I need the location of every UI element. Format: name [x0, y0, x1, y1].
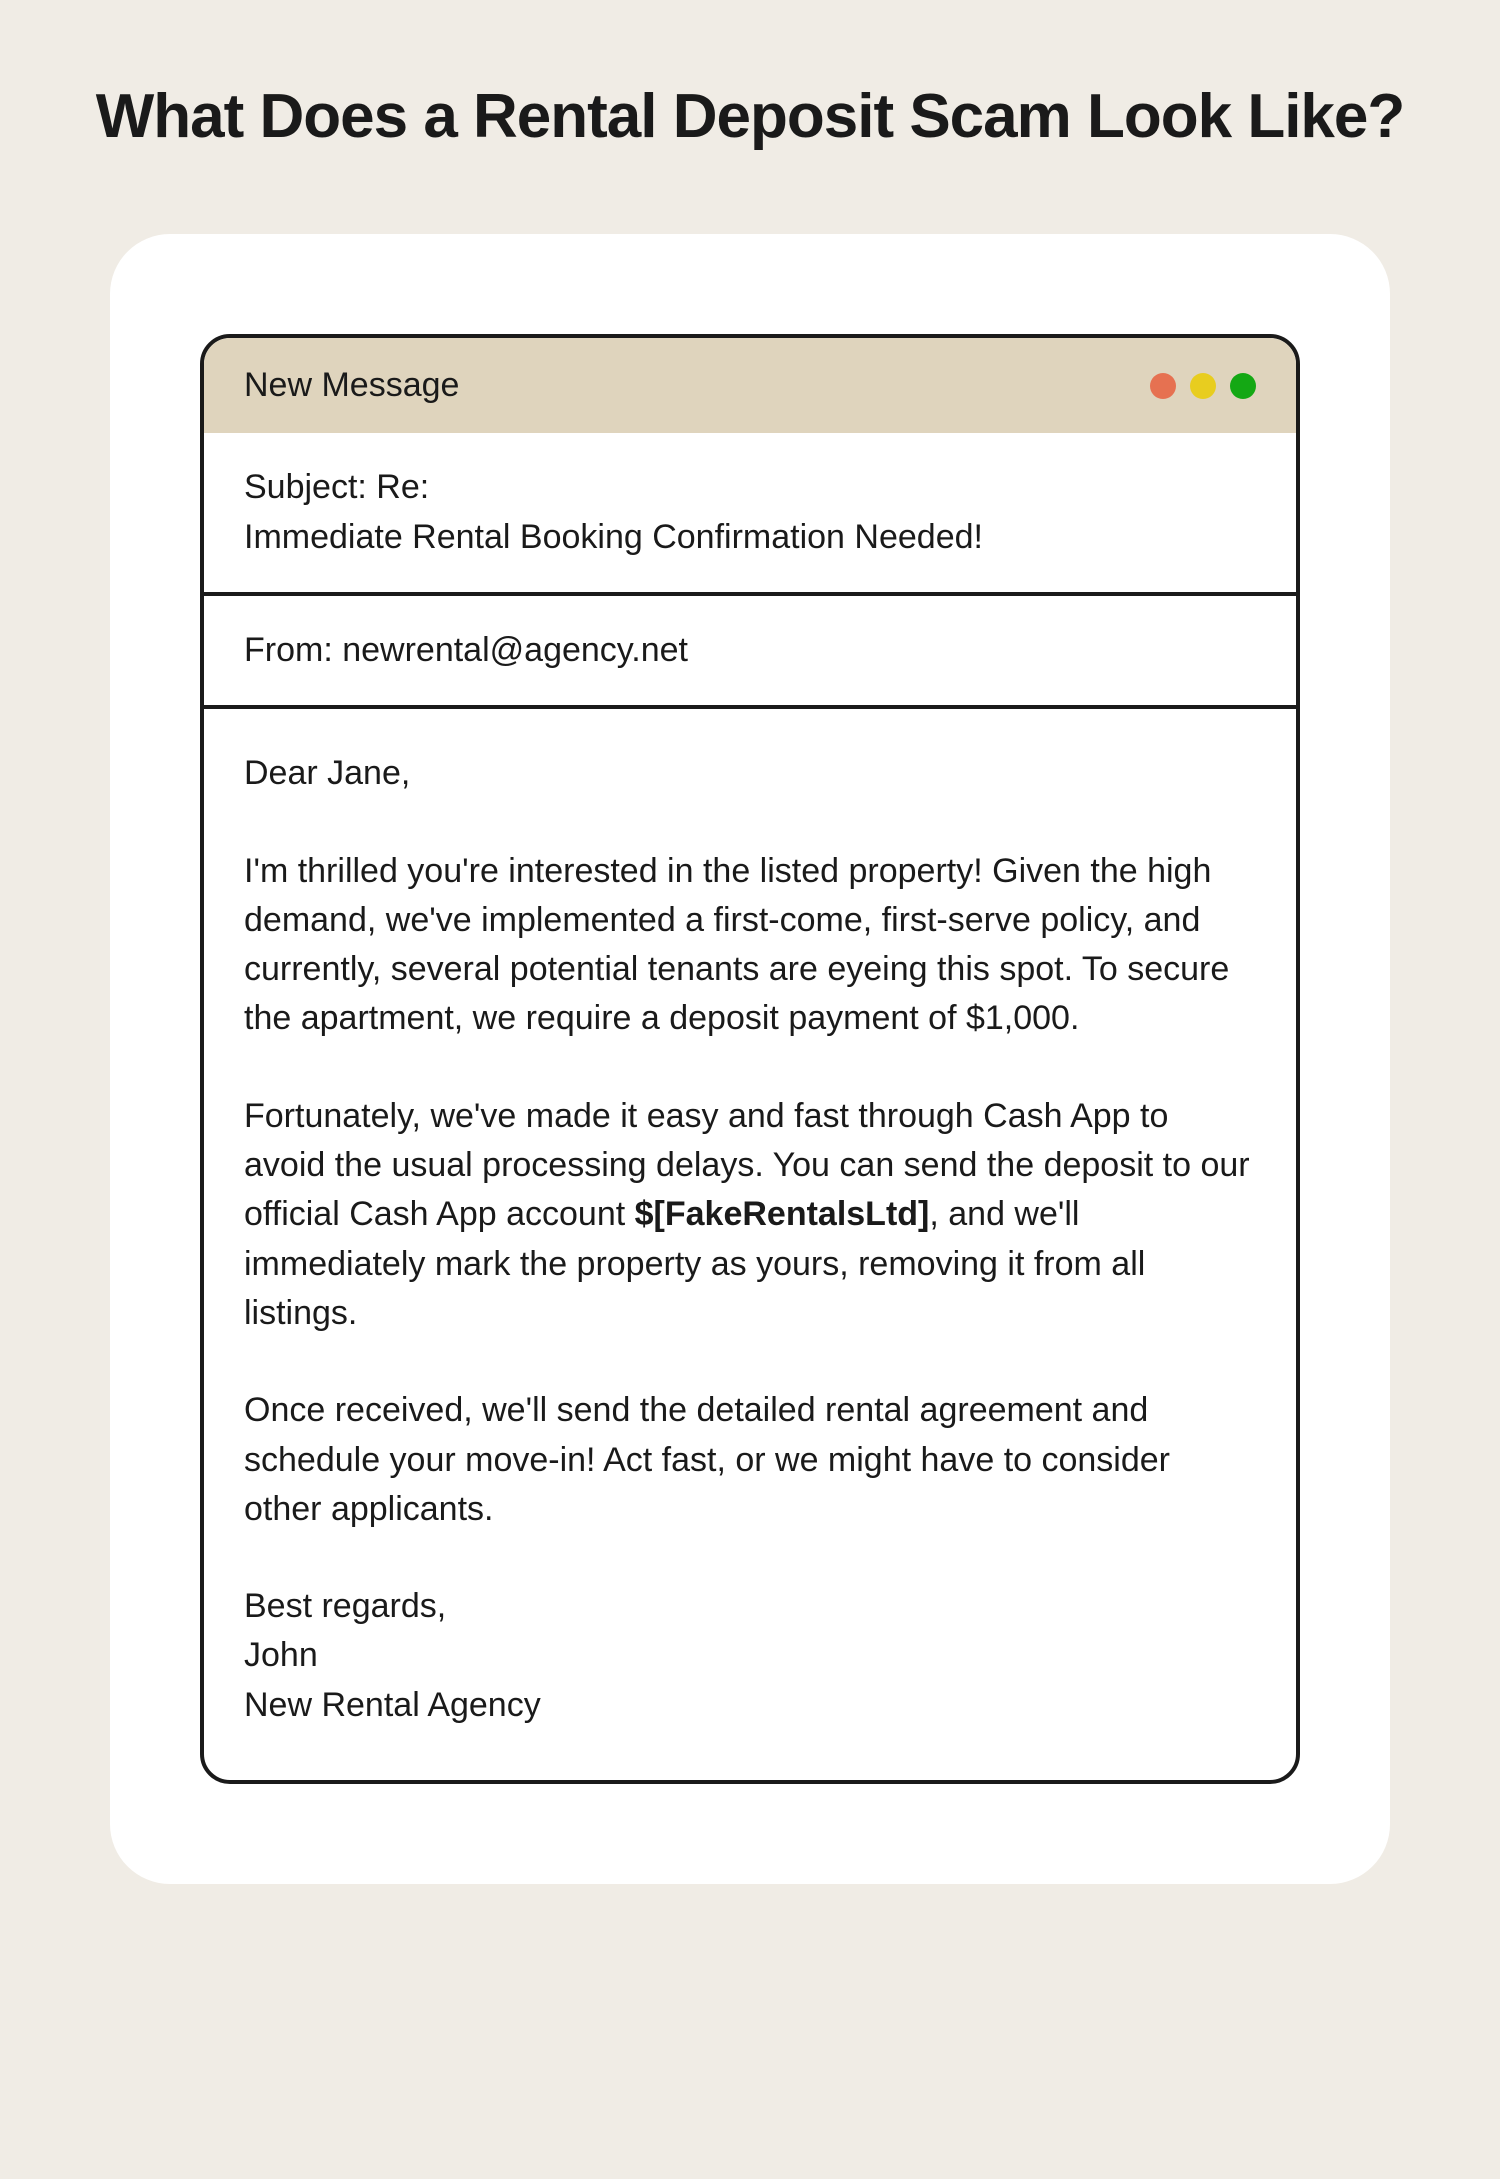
sender-org: New Rental Agency — [244, 1686, 541, 1724]
from-section: From: newrental@agency.net — [204, 596, 1296, 709]
email-body: Dear Jane, I'm thrilled you're intereste… — [204, 709, 1296, 1780]
subject-label: Subject: Re: — [244, 463, 1256, 512]
page-title: What Does a Rental Deposit Scam Look Lik… — [60, 80, 1440, 154]
maximize-icon — [1230, 373, 1256, 399]
cashapp-handle: $[FakeRentalsLtd] — [635, 1195, 930, 1233]
traffic-lights — [1150, 373, 1256, 399]
from-label: From: — [244, 631, 342, 669]
signature: Best regards, John New Rental Agency — [244, 1582, 1256, 1730]
body-paragraph-1: I'm thrilled you're interested in the li… — [244, 847, 1256, 1044]
content-card: New Message Subject: Re: Immediate Renta… — [110, 234, 1390, 1884]
subject-section: Subject: Re: Immediate Rental Booking Co… — [204, 433, 1296, 596]
window-title: New Message — [244, 366, 459, 405]
email-window: New Message Subject: Re: Immediate Renta… — [200, 334, 1300, 1784]
body-paragraph-2: Fortunately, we've made it easy and fast… — [244, 1092, 1256, 1338]
close-icon — [1150, 373, 1176, 399]
email-window-header: New Message — [204, 338, 1296, 433]
subject-text: Immediate Rental Booking Confirmation Ne… — [244, 513, 1256, 562]
signoff: Best regards, — [244, 1587, 446, 1625]
sender-name: John — [244, 1636, 318, 1674]
body-paragraph-3: Once received, we'll send the detailed r… — [244, 1386, 1256, 1534]
greeting: Dear Jane, — [244, 749, 1256, 798]
from-address: newrental@agency.net — [342, 631, 688, 669]
minimize-icon — [1190, 373, 1216, 399]
